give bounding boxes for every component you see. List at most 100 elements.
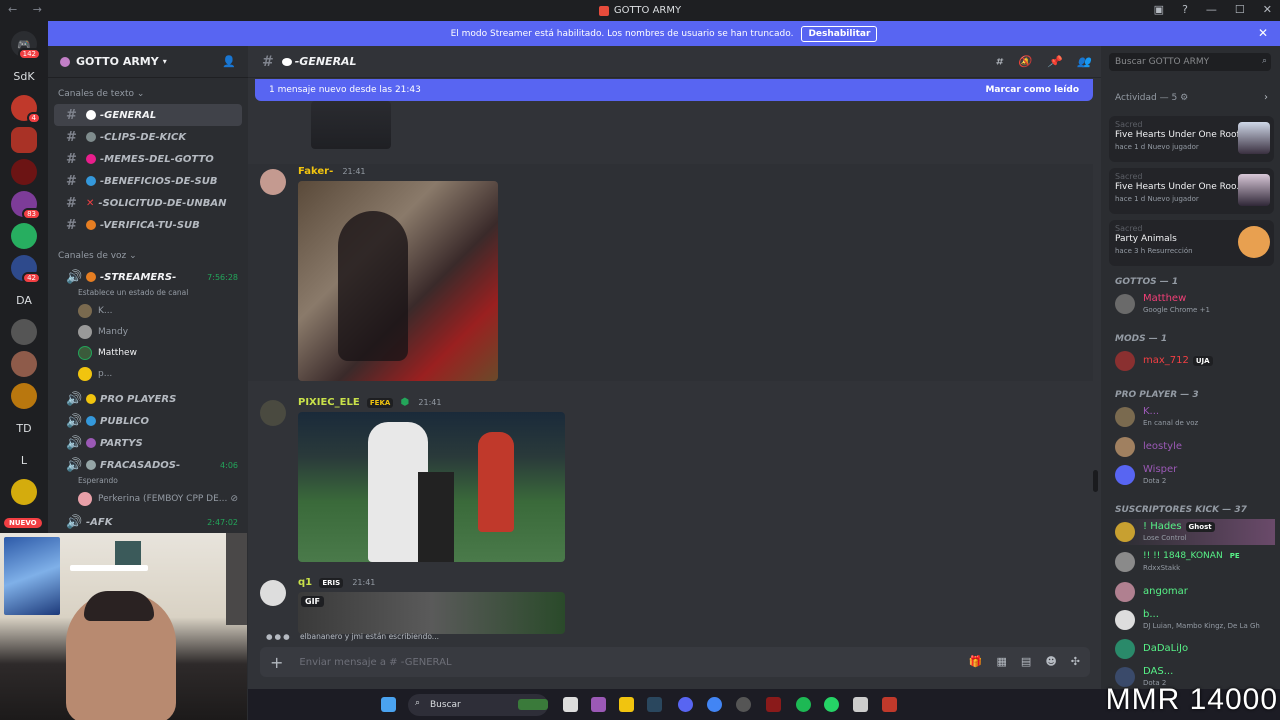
message-image[interactable] bbox=[298, 181, 498, 381]
pin-icon[interactable]: 📌 bbox=[1048, 55, 1062, 69]
voice-channel-partys[interactable]: 🔊 PARTYS bbox=[54, 432, 242, 454]
member-item[interactable]: ! Hades Ghost Lose Control bbox=[1115, 519, 1275, 545]
author-name[interactable]: Faker- bbox=[298, 166, 333, 177]
guild-tag[interactable]: PE bbox=[1227, 551, 1243, 561]
server-icon[interactable]: 4 bbox=[11, 95, 41, 124]
channel-beneficios[interactable]: # -BENEFICIOS-DE-SUB bbox=[54, 170, 242, 192]
message-gif[interactable]: GIF bbox=[298, 592, 565, 634]
avatar[interactable] bbox=[260, 580, 286, 606]
direct-messages-icon[interactable]: 🎮 142 bbox=[11, 31, 41, 60]
voice-user[interactable]: p... bbox=[48, 363, 248, 384]
member-item[interactable]: Wisper Dota 2 bbox=[1115, 462, 1275, 488]
member-item[interactable]: b... DJ Luian, Mambo Kingz, De La Gh bbox=[1115, 607, 1275, 633]
guild-tag[interactable]: FEKA bbox=[366, 398, 394, 408]
calculator-icon[interactable] bbox=[853, 697, 868, 712]
window-controls[interactable]: ▣ ? — ☐ ✕ bbox=[1154, 3, 1272, 16]
sticker-icon[interactable]: ▤ bbox=[1021, 655, 1031, 668]
chevron-right-icon[interactable]: › bbox=[1264, 92, 1268, 103]
member-item[interactable]: Matthew Google Chrome +1 bbox=[1115, 291, 1275, 317]
app-icon[interactable] bbox=[766, 697, 781, 712]
channel-verifica[interactable]: # -VERIFICA-TU-SUB bbox=[54, 214, 242, 236]
avatar[interactable] bbox=[260, 169, 286, 195]
app-icon[interactable] bbox=[882, 697, 897, 712]
member-item[interactable]: angomar bbox=[1115, 579, 1275, 605]
mark-as-read-button[interactable]: Marcar como leído bbox=[985, 85, 1079, 95]
channel-memes[interactable]: # -MEMES-DEL-GOTTO bbox=[54, 148, 242, 170]
channel-clips-de-kick[interactable]: # -CLIPS-DE-KICK bbox=[54, 126, 242, 148]
server-sdk[interactable]: SdK bbox=[11, 63, 37, 89]
message-composer[interactable]: + Enviar mensaje a # -GENERAL 🎁 ▦ ▤ ☻ ✣ bbox=[260, 647, 1090, 677]
server-l[interactable]: L bbox=[11, 447, 37, 473]
spotify-icon[interactable] bbox=[796, 697, 811, 712]
server-icon[interactable] bbox=[11, 383, 37, 409]
activity-card[interactable]: Sacred Five Hearts Under One Roo... hace… bbox=[1109, 168, 1274, 214]
channel-status[interactable]: Establece un estado de canal bbox=[48, 288, 248, 300]
member-list-icon[interactable]: 👥 bbox=[1077, 55, 1091, 69]
disable-streamer-button[interactable]: Deshabilitar bbox=[801, 25, 878, 42]
guild-tag[interactable]: UJA bbox=[1192, 356, 1213, 366]
steam-icon[interactable] bbox=[647, 697, 662, 712]
maximize-icon[interactable]: ☐ bbox=[1235, 3, 1245, 16]
invite-icon[interactable]: 👤 bbox=[222, 55, 236, 68]
server-da[interactable]: DA bbox=[11, 287, 37, 313]
scrollbar-thumb[interactable] bbox=[1093, 470, 1098, 492]
member-item[interactable]: K... En canal de voz bbox=[1115, 404, 1275, 430]
close-banner-icon[interactable]: ✕ bbox=[1258, 26, 1268, 40]
server-icon[interactable] bbox=[11, 479, 37, 505]
inbox-icon[interactable]: ▣ bbox=[1154, 3, 1164, 16]
guild-tag[interactable]: ERIS bbox=[319, 578, 344, 588]
guild-header[interactable]: GOTTO ARMY ▾ 👤 bbox=[48, 46, 248, 78]
server-gotto-army[interactable] bbox=[11, 127, 37, 153]
minimize-icon[interactable]: — bbox=[1206, 3, 1217, 16]
whatsapp-icon[interactable] bbox=[824, 697, 839, 712]
voice-channel-fracasados[interactable]: 🔊 FRACASADOS- 4:06 bbox=[54, 454, 242, 476]
voice-user[interactable]: Perkerina (FEMBOY CPP DE... ⊘ bbox=[48, 488, 248, 509]
close-icon[interactable]: ✕ bbox=[1263, 3, 1272, 16]
apps-icon[interactable]: ✣ bbox=[1071, 655, 1080, 668]
guild-tag[interactable]: Ghost bbox=[1185, 522, 1215, 532]
search-input[interactable]: Buscar GOTTO ARMY bbox=[1109, 53, 1271, 71]
voice-channel-afk[interactable]: 🔊 -AFK 2:47:02 bbox=[54, 511, 242, 533]
category-voice-channels[interactable]: Canales de voz ⌄ bbox=[48, 246, 248, 266]
server-icon[interactable] bbox=[11, 159, 37, 185]
windows-start-icon[interactable] bbox=[381, 697, 396, 712]
member-item[interactable]: !! !! 1848_KONAN PE RdxxStakk bbox=[1115, 549, 1275, 575]
avatar[interactable] bbox=[260, 400, 286, 426]
server-icon[interactable] bbox=[11, 223, 37, 249]
server-td[interactable]: TD bbox=[11, 415, 37, 441]
attach-plus-icon[interactable]: + bbox=[270, 653, 283, 672]
server-icon[interactable] bbox=[11, 351, 37, 377]
author-name[interactable]: q1 bbox=[298, 577, 312, 588]
new-messages-bar[interactable]: 1 mensaje nuevo desde las 21:43 Marcar c… bbox=[255, 79, 1093, 101]
help-icon[interactable]: ? bbox=[1182, 3, 1188, 16]
threads-icon[interactable]: ⌗ bbox=[996, 55, 1002, 69]
message-input[interactable]: Enviar mensaje a # -GENERAL bbox=[299, 657, 451, 668]
voice-channel-publico[interactable]: 🔊 PUBLICO bbox=[54, 410, 242, 432]
activity-card[interactable]: Sacred Party Animals hace 3 h Resurrecci… bbox=[1109, 220, 1274, 266]
copilot-icon[interactable] bbox=[591, 697, 606, 712]
news-widget-icon[interactable] bbox=[518, 699, 548, 710]
obs-icon[interactable] bbox=[736, 697, 751, 712]
chrome-icon[interactable] bbox=[707, 697, 722, 712]
member-item[interactable]: leostyle bbox=[1115, 434, 1275, 460]
server-icon[interactable] bbox=[11, 319, 37, 345]
emoji-icon[interactable]: ☻ bbox=[1045, 655, 1056, 668]
channel-unban[interactable]: # ✕ -SOLICITUD-DE-UNBAN bbox=[54, 192, 242, 214]
voice-user[interactable]: Matthew bbox=[48, 342, 248, 363]
channel-general[interactable]: # -GENERAL bbox=[54, 104, 242, 126]
voice-user[interactable]: K... bbox=[48, 300, 248, 321]
back-forward-icons[interactable]: ← → bbox=[8, 3, 48, 16]
server-icon[interactable]: 83 bbox=[11, 191, 41, 220]
voice-user[interactable]: Mandy bbox=[48, 321, 248, 342]
voice-channel-streamers[interactable]: 🔊 -STREAMERS- 7:56:28 bbox=[54, 266, 242, 288]
discord-icon[interactable] bbox=[678, 697, 693, 712]
author-name[interactable]: PIXIEC_ELE bbox=[298, 397, 360, 408]
voice-channel-pro-players[interactable]: 🔊 PRO PLAYERS bbox=[54, 388, 242, 410]
message-image[interactable] bbox=[298, 412, 565, 562]
server-icon[interactable]: 42 bbox=[11, 255, 41, 284]
gift-icon[interactable]: 🎁 bbox=[969, 655, 983, 668]
activity-card[interactable]: Sacred Five Hearts Under One Roof hace 1… bbox=[1109, 116, 1274, 162]
member-item[interactable]: DaDaLiJo bbox=[1115, 636, 1275, 662]
category-text-channels[interactable]: Canales de texto ⌄ bbox=[48, 84, 248, 104]
mute-bell-icon[interactable]: 🔕 bbox=[1018, 55, 1032, 69]
